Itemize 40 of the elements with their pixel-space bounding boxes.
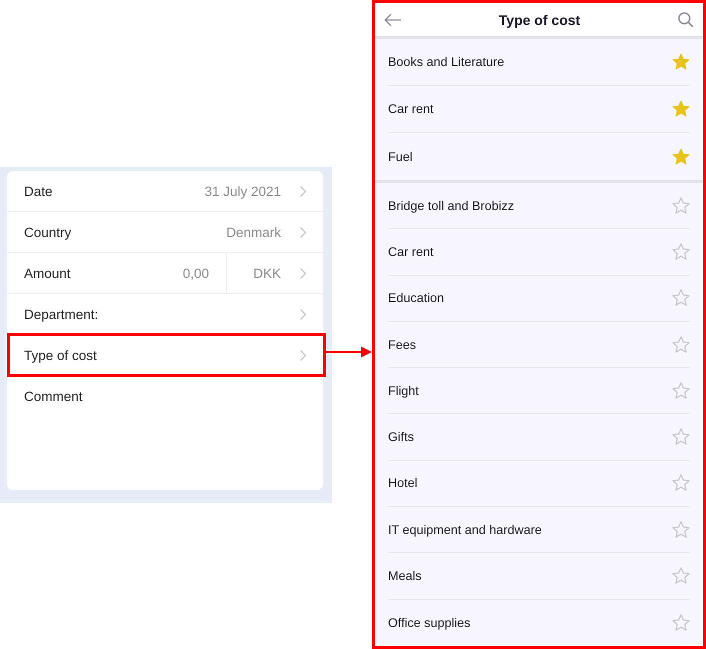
list-item[interactable]: Hotel bbox=[388, 460, 690, 508]
chevron-icon bbox=[300, 308, 306, 320]
chevron-icon bbox=[300, 186, 306, 196]
list-item[interactable]: Fuel bbox=[388, 133, 690, 180]
star-icon[interactable] bbox=[672, 428, 690, 446]
chevron-icon bbox=[300, 350, 306, 360]
field-label: Comment bbox=[24, 389, 83, 404]
star-icon[interactable] bbox=[672, 614, 690, 632]
field-label: Country bbox=[24, 224, 72, 240]
list-item[interactable]: Car rent bbox=[388, 86, 690, 133]
star-icon[interactable] bbox=[672, 148, 690, 166]
picker-title: Type of cost bbox=[498, 12, 582, 28]
star-icon[interactable] bbox=[672, 53, 690, 71]
list-item[interactable]: Meals bbox=[388, 553, 690, 600]
back-arrow-icon[interactable] bbox=[384, 14, 401, 26]
star-icon[interactable] bbox=[672, 196, 690, 215]
list-item[interactable]: Office supplies bbox=[388, 600, 690, 646]
list-item[interactable]: Bridge toll and Brobizz bbox=[388, 183, 690, 230]
chevron-icon bbox=[300, 226, 306, 238]
star-icon[interactable] bbox=[672, 100, 690, 118]
field-label: Department: bbox=[24, 306, 100, 322]
star-icon[interactable] bbox=[672, 382, 690, 400]
star-icon[interactable] bbox=[672, 336, 690, 354]
star-icon[interactable] bbox=[672, 520, 690, 539]
field-label: Date bbox=[24, 184, 54, 198]
star-icon[interactable] bbox=[672, 567, 690, 586]
list-item[interactable]: Education bbox=[388, 276, 690, 322]
search-icon[interactable] bbox=[678, 12, 693, 27]
list-item[interactable]: Car rent bbox=[388, 229, 690, 276]
field-label: Amount bbox=[24, 266, 72, 280]
chevron-icon bbox=[300, 268, 306, 278]
list-item[interactable]: Books and Literature bbox=[388, 39, 690, 86]
star-icon[interactable] bbox=[672, 242, 690, 261]
star-icon[interactable] bbox=[672, 474, 690, 492]
list-item[interactable]: Fees bbox=[388, 322, 690, 368]
list-item[interactable]: Gifts bbox=[388, 414, 690, 461]
field-label: Type of cost bbox=[24, 348, 98, 362]
list-item[interactable]: IT equipment and hardware bbox=[388, 507, 690, 554]
list-item[interactable]: Flight bbox=[388, 368, 690, 414]
star-icon[interactable] bbox=[672, 289, 690, 308]
